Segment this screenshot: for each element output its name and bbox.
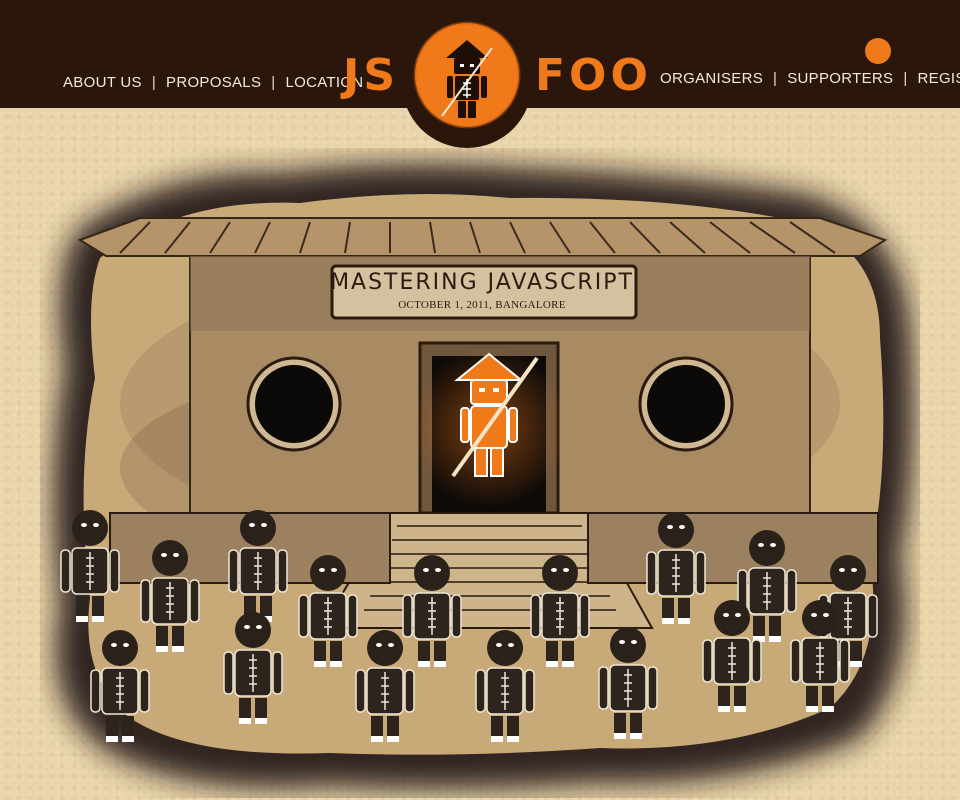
orange-dot-icon[interactable] bbox=[865, 38, 891, 64]
nav-proposals[interactable]: PROPOSALS bbox=[166, 74, 261, 91]
nav-organisers[interactable]: ORGANISERS bbox=[660, 70, 763, 87]
logo-text-js[interactable]: JS bbox=[343, 50, 399, 101]
nav-about-us[interactable]: ABOUT US bbox=[63, 74, 142, 91]
event-title: MASTERING JAVASCRIPT bbox=[330, 270, 634, 295]
event-date-location: OCTOBER 1, 2011, BANGALORE bbox=[398, 299, 566, 311]
logo-text-foo[interactable]: FOO bbox=[535, 50, 652, 101]
nav-separator: | bbox=[271, 74, 276, 91]
nav-separator: | bbox=[903, 70, 908, 87]
primary-nav-left: ABOUT US | PROPOSALS | LOCATION bbox=[63, 74, 363, 91]
nav-supporters[interactable]: SUPPORTERS bbox=[787, 70, 893, 87]
nav-separator: | bbox=[773, 70, 778, 87]
hero-illustration bbox=[53, 164, 914, 789]
nav-separator: | bbox=[151, 74, 157, 91]
nav-register[interactable]: REGISTER bbox=[918, 70, 960, 87]
ninja-badge-icon[interactable] bbox=[402, 18, 532, 148]
primary-nav-right: ORGANISERS | SUPPORTERS | REGISTER bbox=[660, 70, 960, 87]
